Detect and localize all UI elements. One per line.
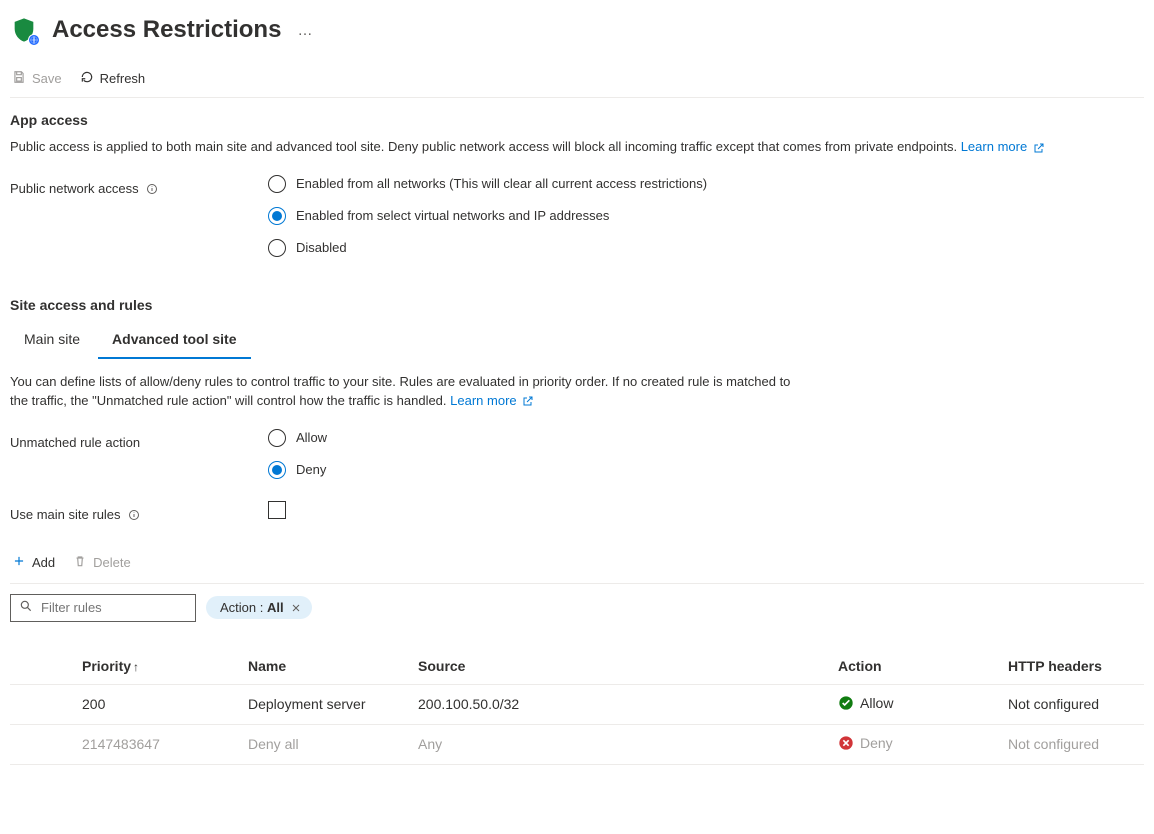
table-row[interactable]: 2147483647 Deny all Any Deny Not configu… (10, 724, 1144, 764)
unmatched-rule-row: Unmatched rule action Allow Deny (10, 429, 1144, 479)
save-label: Save (32, 71, 62, 86)
unmatched-rule-label: Unmatched rule action (10, 429, 268, 450)
use-main-site-rules-row: Use main site rules (10, 501, 1144, 522)
external-link-icon (522, 395, 534, 407)
col-priority[interactable]: Priority↑ (74, 648, 240, 685)
app-access-desc: Public access is applied to both main si… (10, 138, 1144, 157)
cell-source: 200.100.50.0/32 (410, 684, 830, 724)
trash-icon (73, 554, 87, 571)
radio-enabled-select-networks[interactable]: Enabled from select virtual networks and… (268, 207, 707, 225)
learn-more-link[interactable]: Learn more (450, 393, 534, 408)
app-access-title: App access (10, 112, 1144, 128)
action-filter-pill[interactable]: Action : All (206, 596, 312, 619)
add-label: Add (32, 555, 55, 570)
page-title: Access Restrictions (52, 16, 281, 44)
filter-rules-field[interactable] (41, 600, 217, 615)
learn-more-link[interactable]: Learn more (961, 139, 1045, 154)
deny-status-icon (838, 735, 854, 751)
refresh-button[interactable]: Refresh (78, 66, 148, 91)
tab-main-site[interactable]: Main site (10, 323, 94, 359)
radio-icon (268, 175, 286, 193)
radio-icon (268, 461, 286, 479)
use-main-site-rules-checkbox[interactable] (268, 501, 286, 522)
sort-asc-icon: ↑ (133, 660, 139, 674)
add-rule-button[interactable]: Add (10, 550, 57, 575)
public-network-access-label: Public network access (10, 175, 268, 196)
radio-disabled[interactable]: Disabled (268, 239, 707, 257)
table-row[interactable]: 200 Deployment server 200.100.50.0/32 Al… (10, 684, 1144, 724)
page-header: Access Restrictions … (10, 10, 1144, 60)
col-name[interactable]: Name (240, 648, 410, 685)
cell-priority: 200 (74, 684, 240, 724)
refresh-icon (80, 70, 94, 87)
app-access-section: App access Public access is applied to b… (10, 112, 1144, 257)
site-access-desc: You can define lists of allow/deny rules… (10, 373, 810, 411)
cell-action: Deny (830, 724, 1000, 764)
more-button[interactable]: … (295, 22, 314, 39)
table-header-row: Priority↑ Name Source Action HTTP header… (10, 648, 1144, 685)
cell-source: Any (410, 724, 830, 764)
save-button[interactable]: Save (10, 66, 64, 91)
cell-name: Deployment server (240, 684, 410, 724)
col-action[interactable]: Action (830, 648, 1000, 685)
site-access-section: Site access and rules Main site Advanced… (10, 297, 1144, 765)
public-network-access-radio-group: Enabled from all networks (This will cle… (268, 175, 707, 257)
checkbox-icon (268, 501, 286, 519)
cell-name: Deny all (240, 724, 410, 764)
close-icon[interactable] (290, 602, 302, 614)
info-icon[interactable] (146, 183, 158, 195)
radio-icon (268, 239, 286, 257)
radio-icon (268, 207, 286, 225)
tab-advanced-tool-site[interactable]: Advanced tool site (98, 323, 250, 359)
radio-unmatched-allow[interactable]: Allow (268, 429, 327, 447)
cell-http: Not configured (1000, 724, 1144, 764)
col-source[interactable]: Source (410, 648, 830, 685)
shield-icon (10, 16, 38, 44)
radio-enabled-all-networks[interactable]: Enabled from all networks (This will cle… (268, 175, 707, 193)
delete-rule-button[interactable]: Delete (71, 550, 133, 575)
use-main-site-rules-label: Use main site rules (10, 501, 268, 522)
info-icon[interactable] (128, 509, 140, 521)
delete-label: Delete (93, 555, 131, 570)
col-http[interactable]: HTTP headers (1000, 648, 1144, 685)
unmatched-rule-radio-group: Allow Deny (268, 429, 327, 479)
command-bar: Save Refresh (10, 60, 1144, 98)
cell-http: Not configured (1000, 684, 1144, 724)
site-access-tabs: Main site Advanced tool site (10, 323, 1144, 359)
col-gutter (10, 648, 74, 685)
pill-label: Action : All (220, 600, 284, 615)
external-link-icon (1033, 142, 1045, 154)
cell-action: Allow (830, 684, 1000, 724)
refresh-label: Refresh (100, 71, 146, 86)
filter-rules-input[interactable] (10, 594, 196, 622)
site-access-title: Site access and rules (10, 297, 1144, 313)
plus-icon (12, 554, 26, 571)
cell-priority: 2147483647 (74, 724, 240, 764)
radio-icon (268, 429, 286, 447)
rules-table: Priority↑ Name Source Action HTTP header… (10, 648, 1144, 765)
search-icon (19, 599, 33, 616)
public-network-access-row: Public network access Enabled from all n… (10, 175, 1144, 257)
radio-unmatched-deny[interactable]: Deny (268, 461, 327, 479)
globe-badge-icon (28, 34, 40, 46)
allow-status-icon (838, 695, 854, 711)
filter-row: Action : All (10, 584, 1144, 628)
save-icon (12, 70, 26, 87)
rules-command-bar: Add Delete (10, 542, 1144, 584)
